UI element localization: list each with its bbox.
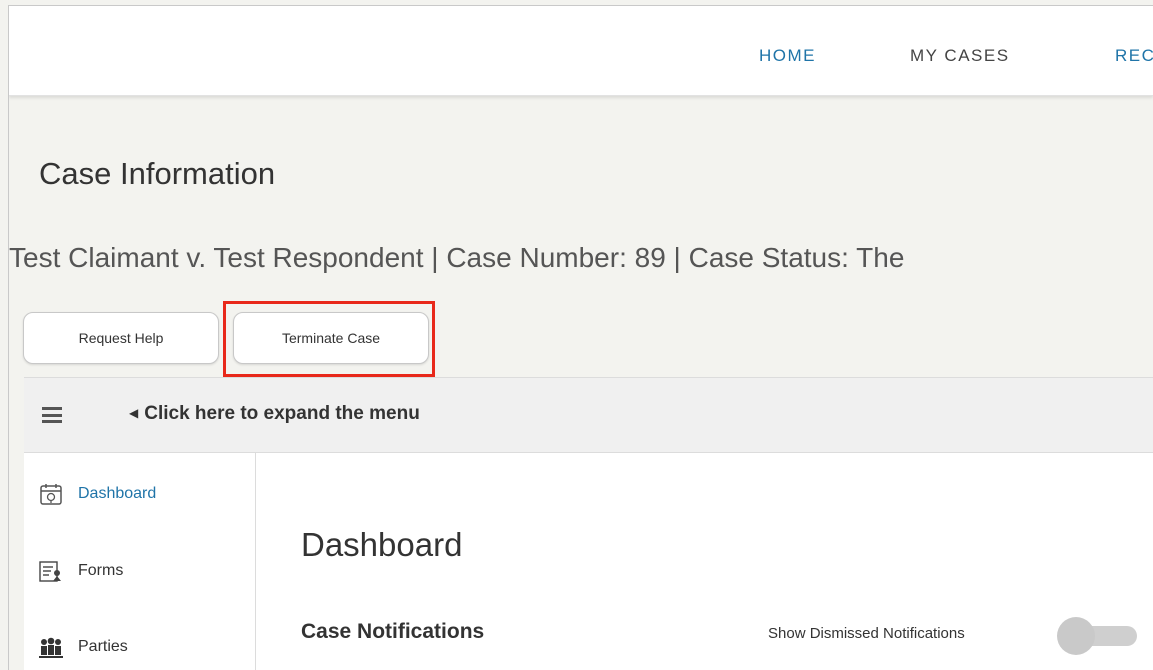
parties-icon [39,637,63,658]
case-notifications-heading: Case Notifications [301,620,485,643]
main-content: Dashboard Forms Parties Dashboard Case N… [24,453,1153,670]
sidebar-item-label: Forms [78,562,124,579]
forms-icon [39,561,61,582]
show-dismissed-toggle[interactable] [1057,617,1137,655]
page-title: Case Information [39,156,276,191]
top-navigation: HOME MY CASES REC [9,6,1153,96]
sidebar: Dashboard Forms Parties [24,453,256,670]
expand-menu-label: Click here to expand the menu [144,403,420,424]
nav-home-link[interactable]: HOME [759,46,816,66]
show-dismissed-label: Show Dismissed Notifications [768,625,965,642]
toggle-knob [1057,617,1095,655]
nav-records-link[interactable]: REC [1115,46,1153,66]
app-frame: HOME MY CASES REC Case Information Test … [8,5,1153,670]
expand-menu-link[interactable]: ◀ Click here to expand the menu [129,403,420,425]
dashboard-title: Dashboard [301,526,463,563]
nav-my-cases-link[interactable]: MY CASES [910,46,1010,66]
case-summary: Test Claimant v. Test Respondent | Case … [9,242,905,273]
sidebar-item-label: Dashboard [78,485,157,502]
hamburger-menu-icon[interactable] [42,407,62,423]
sidebar-item-label: Parties [78,638,128,655]
menu-bar: ◀ Click here to expand the menu [24,377,1153,453]
highlight-box [223,301,435,377]
request-help-button[interactable]: Request Help [23,312,219,364]
caret-left-icon: ◀ [129,406,139,420]
sidebar-item-parties[interactable]: Parties [38,635,128,659]
sidebar-item-forms[interactable]: Forms [38,559,123,583]
calendar-icon [40,484,62,505]
sidebar-item-dashboard[interactable]: Dashboard [38,482,156,506]
